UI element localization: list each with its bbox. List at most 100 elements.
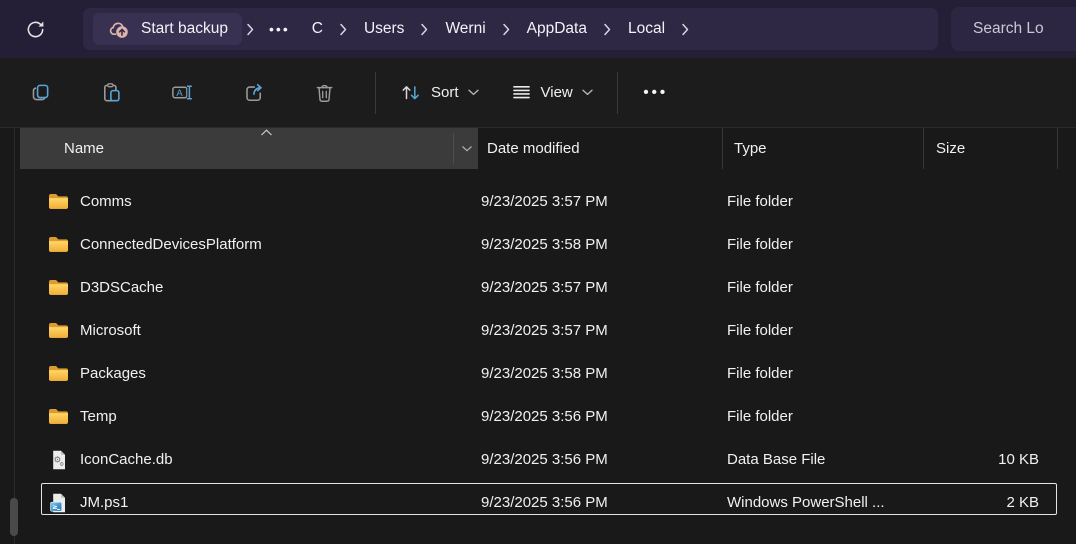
file-name: D3DSCache	[80, 279, 164, 296]
database-file-icon: ⚙ ⚙	[52, 450, 65, 469]
breadcrumb-item[interactable]: Users	[352, 20, 416, 38]
file-icon	[48, 320, 69, 341]
breadcrumb-item[interactable]: C	[300, 20, 335, 38]
chevron-down-icon[interactable]	[461, 145, 473, 153]
view-icon	[512, 86, 530, 99]
file-icon: ≥	[48, 492, 69, 513]
chevron-right-icon	[502, 23, 511, 36]
cloud-backup-icon	[109, 22, 128, 38]
file-icon	[48, 277, 69, 298]
share-icon	[245, 83, 262, 102]
column-header-date-modified[interactable]: Date modified	[478, 128, 722, 169]
folder-icon	[49, 280, 68, 295]
file-date-modified: 9/23/2025 3:56 PM	[481, 408, 608, 425]
more-icon: •••	[643, 84, 669, 101]
file-type: Windows PowerShell ...	[727, 494, 885, 511]
file-type: File folder	[727, 322, 793, 339]
file-type: File folder	[727, 236, 793, 253]
rename-button[interactable]: A	[160, 71, 204, 115]
rename-icon: A	[171, 85, 192, 100]
file-name: Packages	[80, 365, 146, 382]
file-name: JM.ps1	[80, 494, 129, 511]
breadcrumb-item[interactable]: Local	[616, 20, 677, 38]
file-type: Data Base File	[727, 451, 826, 468]
column-header-size[interactable]: Size	[923, 128, 1058, 169]
file-name: ConnectedDevicesPlatform	[80, 236, 262, 253]
chevron-right-icon	[681, 23, 690, 36]
chevron-right-icon	[420, 23, 429, 36]
start-backup-button[interactable]: Start backup	[93, 13, 243, 45]
view-button[interactable]: View	[501, 71, 603, 115]
file-row[interactable]: ⚙ ⚙ IconCache.db 9/23/2025 3:56 PM Data …	[14, 438, 1062, 481]
file-type: File folder	[727, 193, 793, 210]
search-box[interactable]: Search Lo	[951, 7, 1076, 51]
file-name: IconCache.db	[80, 451, 173, 468]
file-row[interactable]: Packages 9/23/2025 3:58 PM File folder	[14, 352, 1062, 395]
file-date-modified: 9/23/2025 3:57 PM	[481, 279, 608, 296]
paste-icon	[103, 83, 120, 102]
chevron-right-icon	[603, 23, 612, 36]
address-bar[interactable]: Start backup ••• C Users Werni AppData L…	[83, 8, 938, 50]
refresh-icon	[27, 21, 43, 37]
start-backup-label: Start backup	[141, 20, 229, 37]
file-row[interactable]: ConnectedDevicesPlatform 9/23/2025 3:58 …	[14, 223, 1062, 266]
copy-button[interactable]	[18, 71, 62, 115]
delete-icon	[316, 84, 332, 102]
column-header-type[interactable]: Type	[722, 128, 923, 169]
breadcrumb-overflow-button[interactable]: •••	[259, 21, 300, 37]
file-date-modified: 9/23/2025 3:58 PM	[481, 365, 608, 382]
file-date-modified: 9/23/2025 3:57 PM	[481, 193, 608, 210]
folder-icon	[49, 409, 68, 424]
column-header-name[interactable]: Name	[20, 128, 478, 169]
file-name: Temp	[80, 408, 117, 425]
breadcrumb-item[interactable]: AppData	[515, 20, 599, 38]
file-row[interactable]: Microsoft 9/23/2025 3:57 PM File folder	[14, 309, 1062, 352]
file-row[interactable]: ≥ JM.ps1 9/23/2025 3:56 PM Windows Power…	[14, 481, 1062, 524]
toolbar-divider	[616, 71, 618, 114]
file-name: Microsoft	[80, 322, 141, 339]
powershell-file-icon: ≥	[50, 493, 65, 512]
share-button[interactable]	[231, 71, 275, 115]
file-name-cell: Microsoft	[14, 320, 472, 341]
column-headers: Name Date modified Type Size	[15, 128, 1076, 169]
file-name-cell: D3DSCache	[14, 277, 472, 298]
sort-button[interactable]: Sort	[390, 71, 489, 115]
folder-icon	[49, 323, 68, 338]
chevron-down-icon	[582, 89, 593, 96]
header-divider	[453, 133, 454, 164]
file-name-cell: Packages	[14, 363, 472, 384]
svg-text:A: A	[176, 87, 183, 98]
file-icon	[48, 234, 69, 255]
column-header-name-label: Name	[64, 140, 105, 157]
file-icon: ⚙ ⚙	[48, 449, 69, 470]
file-explorer-window: Start backup ••• C Users Werni AppData L…	[0, 0, 1076, 544]
breadcrumb: C Users Werni AppData Local	[300, 20, 694, 38]
chevron-down-icon	[467, 89, 479, 96]
file-name-cell: Temp	[14, 406, 472, 427]
file-icon	[48, 191, 69, 212]
file-date-modified: 9/23/2025 3:56 PM	[481, 451, 608, 468]
file-icon	[48, 406, 69, 427]
file-name-cell: ≥ JM.ps1	[14, 492, 472, 513]
sort-ascending-icon	[260, 129, 273, 136]
file-type: File folder	[727, 365, 793, 382]
file-rows: Comms 9/23/2025 3:57 PM File folder Conn…	[0, 169, 1076, 524]
file-row[interactable]: Temp 9/23/2025 3:56 PM File folder	[14, 395, 1062, 438]
folder-icon	[49, 366, 68, 381]
file-size: 10 KB	[998, 451, 1039, 468]
refresh-button[interactable]	[16, 10, 54, 48]
file-size: 2 KB	[1006, 494, 1039, 511]
delete-button[interactable]	[302, 71, 346, 115]
see-more-button[interactable]: •••	[634, 71, 678, 115]
file-row[interactable]: Comms 9/23/2025 3:57 PM File folder	[14, 180, 1062, 223]
sort-icon	[402, 86, 419, 100]
paste-button[interactable]	[89, 71, 133, 115]
svg-text:≥: ≥	[52, 502, 57, 510]
file-row[interactable]: D3DSCache 9/23/2025 3:57 PM File folder	[14, 266, 1062, 309]
breadcrumb-item[interactable]: Werni	[433, 20, 497, 38]
chevron-right-icon	[339, 23, 348, 36]
file-name: Comms	[80, 193, 132, 210]
file-icon	[48, 363, 69, 384]
file-list-pane: Name Date modified Type Size Comms 9/23/…	[0, 128, 1076, 544]
file-type: File folder	[727, 408, 793, 425]
